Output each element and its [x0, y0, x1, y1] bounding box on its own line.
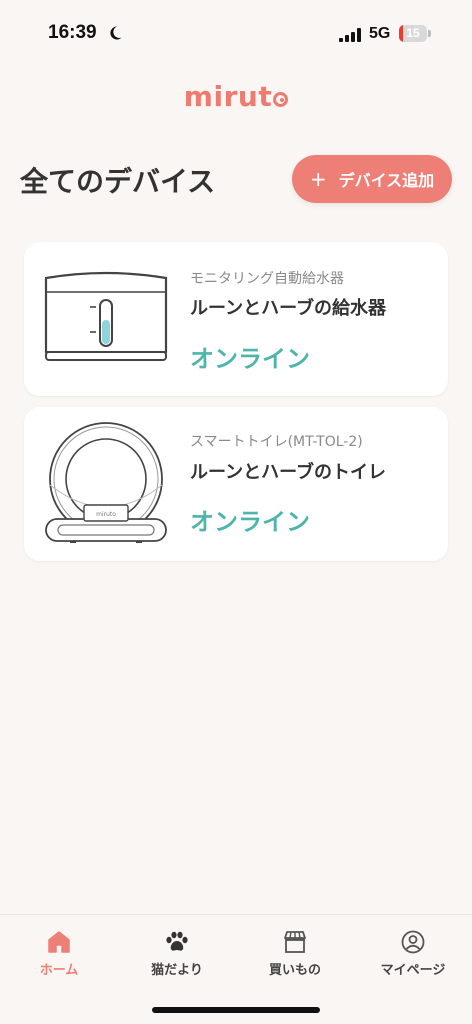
- logo-o-mark: [273, 92, 289, 107]
- device-card-toilet[interactable]: miruto スマートトイレ(MT-TOL-2) ルーンとハーブのトイレ オンラ…: [24, 407, 448, 561]
- status-bar: 16:39 5G 15: [0, 0, 472, 60]
- device-type: スマートトイレ(MT-TOL-2): [190, 434, 363, 450]
- tab-shopping[interactable]: 買いもの: [236, 929, 354, 978]
- device-name: ルーンとハーブのトイレ: [190, 462, 387, 483]
- tab-label: 買いもの: [268, 963, 321, 978]
- battery-icon: 15: [399, 25, 431, 43]
- device-card-fountain[interactable]: モニタリング自動給水器 ルーンとハーブの給水器 オンライン: [24, 242, 448, 396]
- paw-icon: [166, 931, 188, 951]
- app-screen: 16:39 5G 15 mirut 全てのデバイス + デバイス追加 モニタリン…: [0, 0, 472, 1024]
- tab-home[interactable]: ホーム: [0, 929, 118, 978]
- home-indicator[interactable]: [152, 1007, 320, 1013]
- page-title: 全てのデバイス: [20, 165, 216, 198]
- app-logo: mirut: [0, 80, 472, 113]
- status-time: 16:39: [48, 22, 97, 43]
- smart-toilet-icon: miruto: [45, 422, 167, 543]
- signal-icon: [339, 28, 361, 42]
- water-fountain-icon: [44, 271, 168, 361]
- tab-label: マイページ: [380, 963, 446, 978]
- tab-label: 猫だより: [151, 963, 203, 978]
- profile-icon: [401, 930, 425, 954]
- moon-icon: [110, 26, 122, 40]
- device-status: オンライン: [190, 345, 310, 373]
- plus-icon: +: [309, 167, 327, 191]
- add-device-label: デバイス追加: [338, 171, 435, 190]
- shop-icon: [284, 931, 306, 953]
- logo-text: mirut: [183, 80, 273, 113]
- toilet-brand-text: miruto: [96, 511, 116, 518]
- device-status: オンライン: [190, 508, 310, 536]
- tab-my-page[interactable]: マイページ: [354, 929, 472, 978]
- add-device-button[interactable]: + デバイス追加: [292, 155, 452, 203]
- device-type: モニタリング自動給水器: [190, 271, 344, 287]
- tab-cat-news[interactable]: 猫だより: [118, 929, 236, 978]
- home-icon: [48, 931, 70, 953]
- network-label: 5G: [369, 25, 391, 42]
- battery-percent: 15: [406, 26, 420, 40]
- tab-label: ホーム: [39, 963, 79, 978]
- device-name: ルーンとハーブの給水器: [190, 298, 387, 319]
